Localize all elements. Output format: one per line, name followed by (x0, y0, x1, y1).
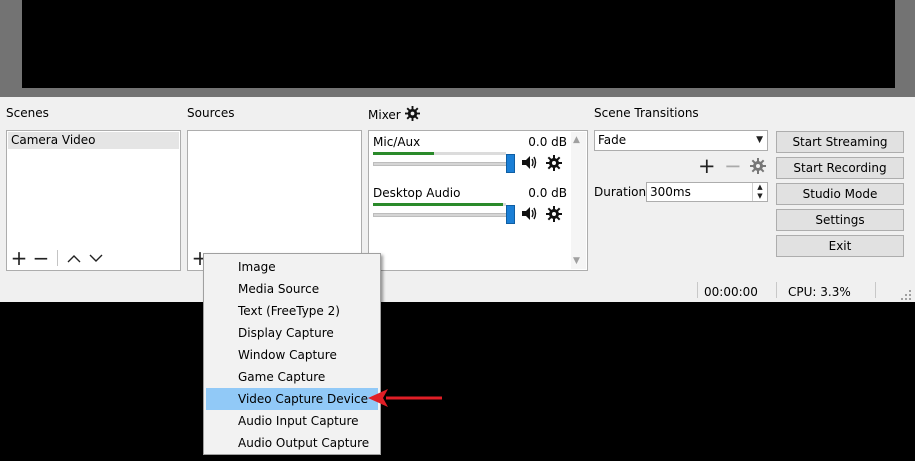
track-db: 0.0 dB (528, 135, 567, 149)
transitions-title: Scene Transitions (594, 106, 699, 120)
mixer-panel: Mic/Aux 0.0 dB Desktop Audio 0.0 dB ▲ ▼ (368, 130, 588, 271)
annotation-arrow-icon (368, 389, 442, 407)
meter-fill (373, 203, 504, 206)
menu-item-video-capture-device[interactable]: Video Capture Device (206, 388, 378, 410)
chevron-down-icon: ▼ (756, 135, 763, 145)
transition-select[interactable]: Fade ▼ (594, 130, 768, 151)
start-recording-button[interactable]: Start Recording (776, 157, 904, 179)
status-divider (875, 282, 876, 298)
transition-gear-icon[interactable] (750, 158, 766, 177)
menu-item-game-capture[interactable]: Game Capture (206, 366, 378, 388)
resize-grip-icon[interactable] (900, 289, 912, 304)
menu-item-display-capture[interactable]: Display Capture (206, 322, 378, 344)
speaker-icon[interactable] (521, 155, 538, 174)
meter-fill (373, 152, 435, 155)
status-cpu: CPU: 3.3% (788, 285, 851, 299)
spin-buttons[interactable]: ▲ ▼ (752, 183, 767, 201)
volume-slider-handle[interactable] (506, 154, 515, 173)
track-name: Mic/Aux (373, 135, 421, 149)
menu-item-window-capture[interactable]: Window Capture (206, 344, 378, 366)
track-gear-icon[interactable] (546, 206, 562, 226)
volume-meter (373, 152, 506, 155)
scroll-down-icon[interactable]: ▼ (573, 256, 580, 266)
menu-item-audio-input-capture[interactable]: Audio Input Capture (206, 410, 378, 432)
speaker-icon[interactable] (521, 206, 538, 225)
transition-select-value: Fade (598, 133, 627, 147)
start-streaming-button[interactable]: Start Streaming (776, 131, 904, 153)
menu-item-image[interactable]: Image (206, 256, 378, 278)
control-panel: Scenes Camera Video + − Sources + Mixer … (0, 97, 915, 302)
remove-transition-icon[interactable]: − (724, 156, 742, 177)
scenes-toolbar: + − (8, 246, 107, 270)
spin-up-icon[interactable]: ▲ (753, 183, 767, 192)
duration-spinbox[interactable]: 300ms ▲ ▼ (646, 182, 768, 202)
add-scene-icon[interactable]: + (8, 248, 30, 268)
track-db: 0.0 dB (528, 186, 567, 200)
track-gear-icon[interactable] (546, 155, 562, 175)
scene-item-camera-video[interactable]: Camera Video (8, 132, 179, 149)
mixer-scrollbar[interactable]: ▲ ▼ (571, 132, 586, 269)
volume-slider[interactable] (373, 213, 509, 217)
status-divider (776, 282, 777, 298)
spin-down-icon[interactable]: ▼ (753, 192, 767, 201)
volume-slider-handle[interactable] (506, 205, 515, 224)
sources-list[interactable] (187, 130, 362, 271)
move-up-icon[interactable] (63, 248, 85, 268)
menu-item-media-source[interactable]: Media Source (206, 278, 378, 300)
exit-button[interactable]: Exit (776, 235, 904, 257)
status-divider (697, 282, 698, 298)
volume-slider[interactable] (373, 162, 509, 166)
duration-value: 300ms (650, 185, 691, 199)
duration-label: Duration (594, 185, 647, 199)
mixer-header: Mixer (368, 106, 420, 124)
add-transition-icon[interactable]: + (698, 156, 716, 177)
add-source-context-menu: Image Media Source Text (FreeType 2) Dis… (203, 253, 381, 455)
remove-scene-icon[interactable]: − (30, 248, 52, 268)
mixer-title: Mixer (368, 108, 401, 122)
move-down-icon[interactable] (85, 248, 107, 268)
preview-canvas (22, 0, 895, 88)
settings-button[interactable]: Settings (776, 209, 904, 231)
sources-title: Sources (187, 106, 235, 120)
scenes-title: Scenes (6, 106, 49, 120)
track-name: Desktop Audio (373, 186, 461, 200)
toolbar-divider (57, 250, 58, 266)
volume-meter (373, 203, 506, 206)
preview-frame (0, 0, 915, 97)
scroll-up-icon[interactable]: ▲ (573, 135, 580, 145)
studio-mode-button[interactable]: Studio Mode (776, 183, 904, 205)
mixer-gear-icon[interactable] (404, 106, 420, 124)
menu-item-text-freetype2[interactable]: Text (FreeType 2) (206, 300, 378, 322)
status-time: 00:00:00 (704, 285, 758, 299)
menu-item-audio-output-capture[interactable]: Audio Output Capture (206, 432, 378, 454)
